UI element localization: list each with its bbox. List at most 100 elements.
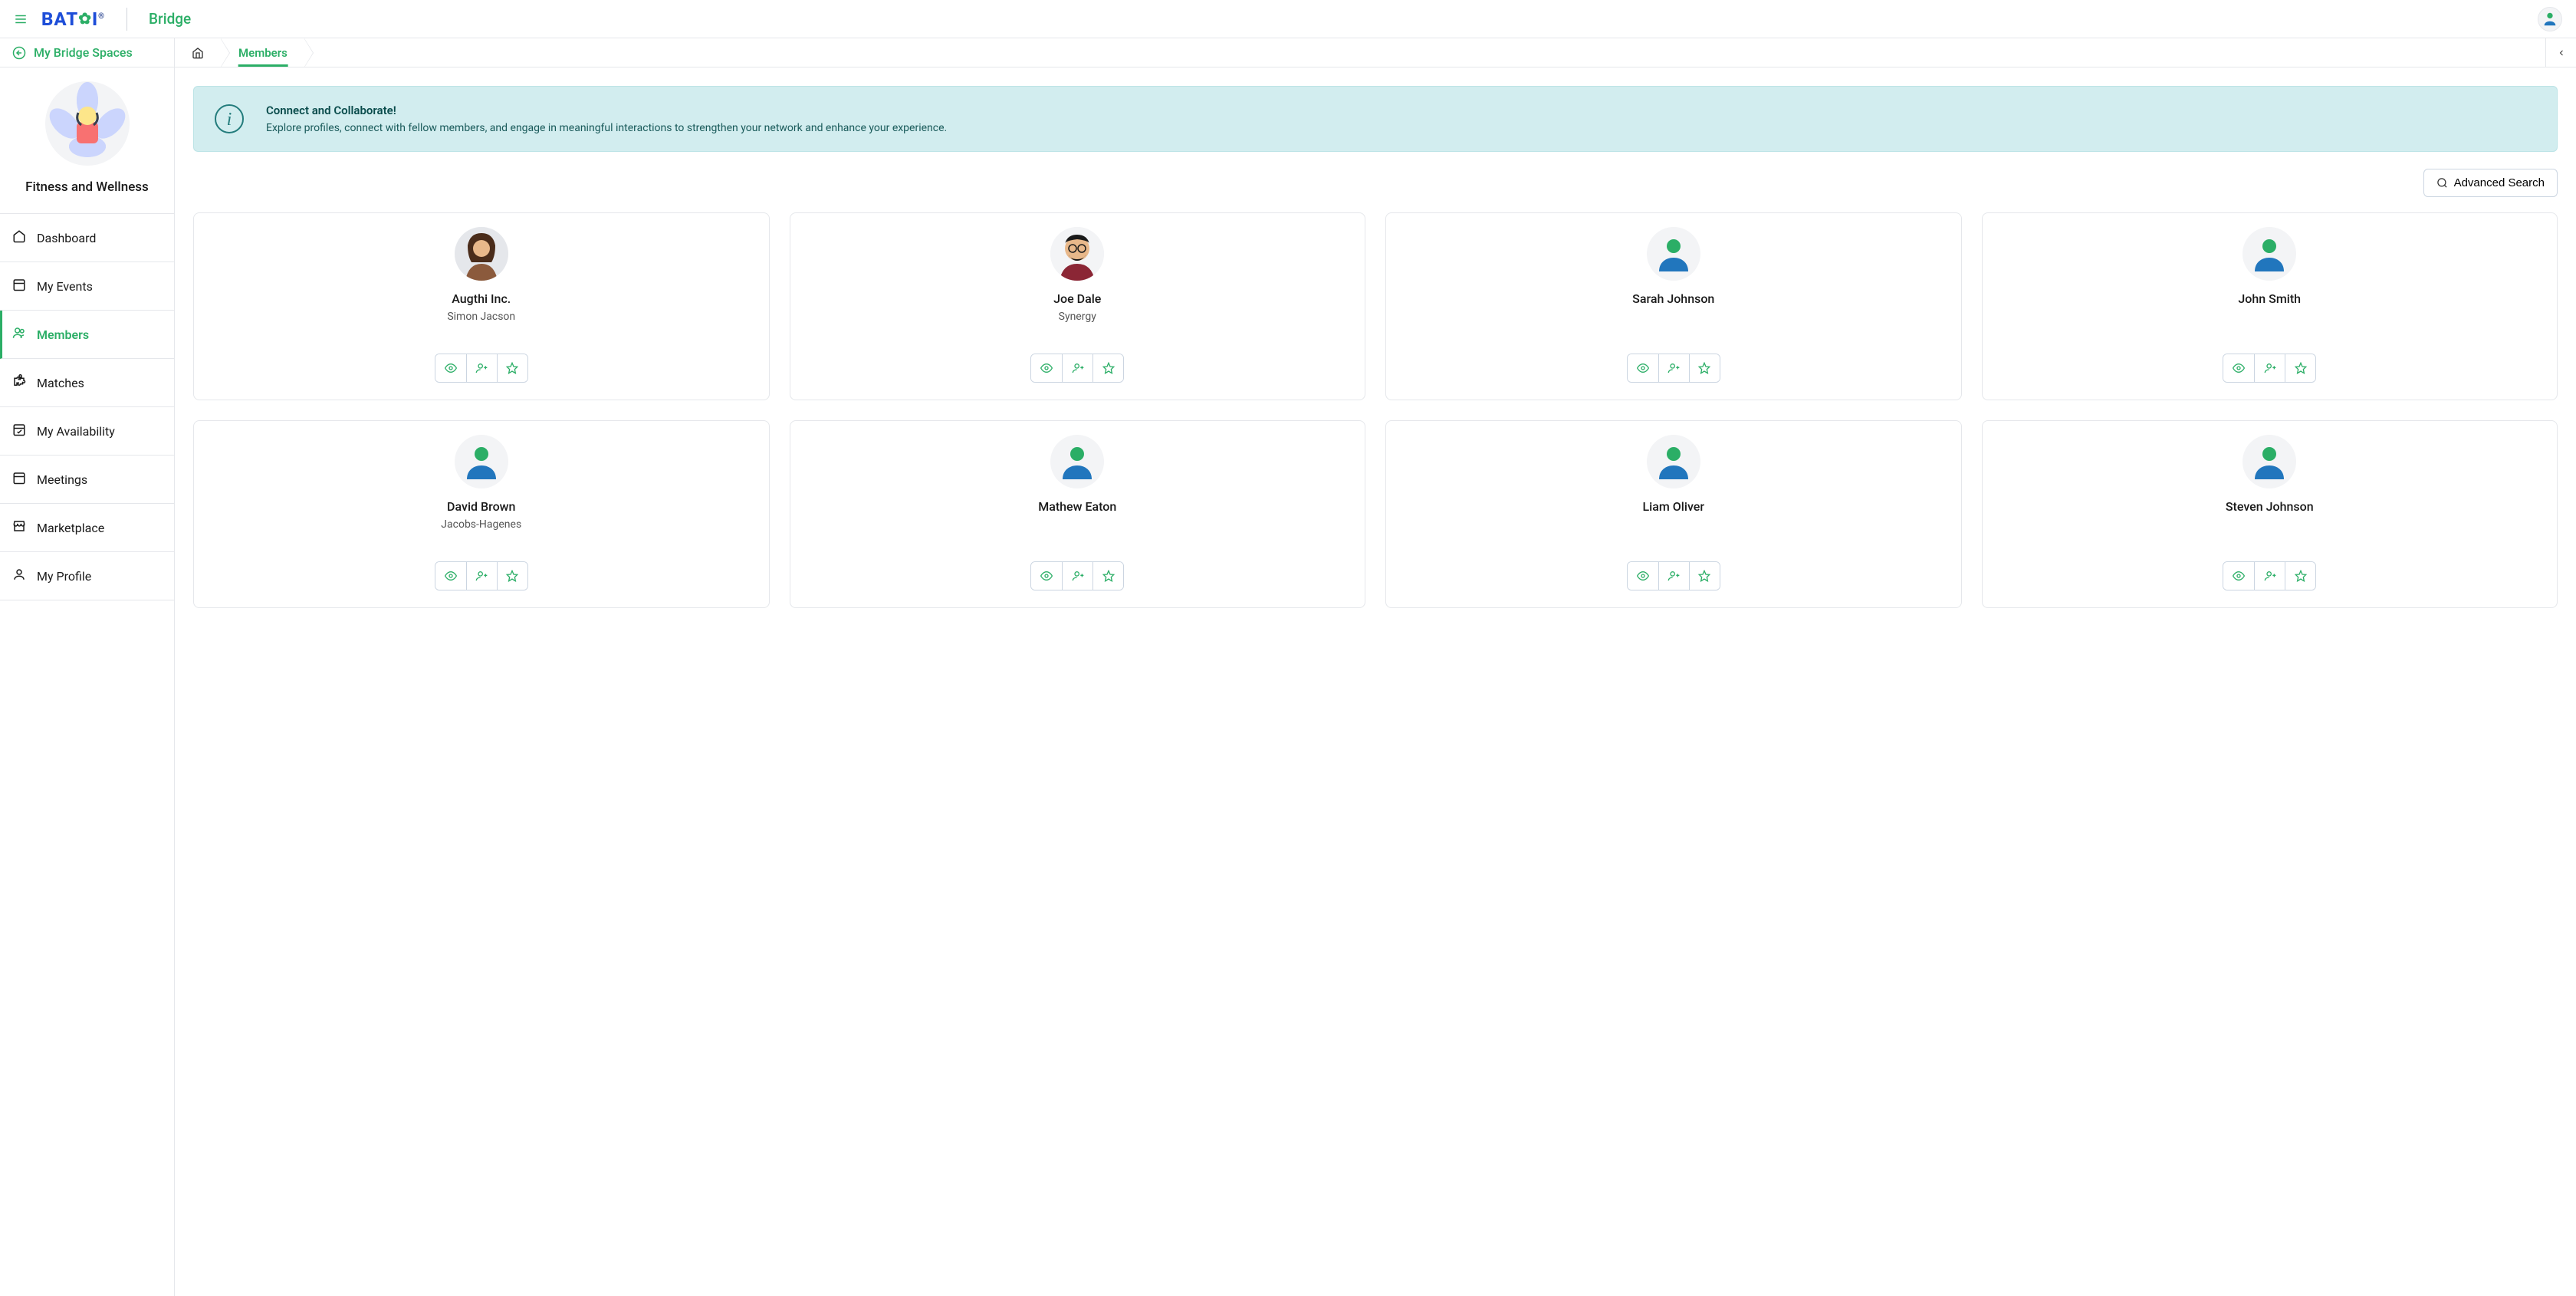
member-card: Mathew Eaton — [790, 420, 1366, 608]
member-name: John Smith — [2238, 291, 2301, 306]
favorite-member-button[interactable] — [1689, 562, 1720, 590]
favorite-member-button[interactable] — [1689, 354, 1720, 382]
collapse-panel-button[interactable] — [2545, 38, 2576, 67]
sidebar-item-label: Members — [37, 327, 89, 342]
svg-text:i: i — [227, 110, 232, 130]
eye-icon — [445, 570, 457, 582]
sidebar-item-label: Matches — [37, 376, 84, 390]
view-member-button[interactable] — [2223, 562, 2254, 590]
add-member-button[interactable] — [466, 562, 497, 590]
member-card: Sarah Johnson — [1385, 212, 1962, 400]
brand-name: BAT✿I® — [41, 8, 105, 30]
back-to-spaces-link[interactable]: My Bridge Spaces — [0, 38, 175, 67]
member-actions — [1627, 561, 1720, 590]
breadcrumb-members[interactable]: Members — [222, 38, 304, 67]
view-member-button[interactable] — [2223, 354, 2254, 382]
sidebar-item-my-profile[interactable]: My Profile — [0, 552, 174, 600]
eye-icon — [445, 362, 457, 374]
member-grid: Augthi Inc.Simon JacsonJoe DaleSynergySa… — [193, 212, 2558, 608]
sidebar-item-meetings[interactable]: Meetings — [0, 456, 174, 504]
favorite-member-button[interactable] — [497, 354, 527, 382]
sidebar-item-matches[interactable]: Matches — [0, 359, 174, 407]
member-avatar — [1647, 435, 1700, 488]
user-avatar-button[interactable] — [2538, 7, 2562, 31]
home-icon — [12, 229, 26, 246]
hamburger-icon — [14, 12, 28, 26]
favorite-member-button[interactable] — [2285, 562, 2315, 590]
view-member-button[interactable] — [1628, 562, 1658, 590]
view-member-button[interactable] — [435, 562, 466, 590]
home-icon — [192, 47, 204, 59]
member-actions — [435, 561, 528, 590]
view-member-button[interactable] — [1031, 562, 1062, 590]
member-name: Sarah Johnson — [1632, 291, 1714, 306]
member-card: Augthi Inc.Simon Jacson — [193, 212, 770, 400]
member-name: Augthi Inc. — [452, 291, 511, 306]
add-member-button[interactable] — [1062, 562, 1092, 590]
sidebar-item-marketplace[interactable]: Marketplace — [0, 504, 174, 552]
sidebar-nav: Dashboard My Events Members Matches My Avail… — [0, 214, 174, 600]
view-member-button[interactable] — [1031, 354, 1062, 382]
sidebar-item-my-availability[interactable]: My Availability — [0, 407, 174, 456]
space-avatar — [45, 81, 130, 166]
breadcrumb-home[interactable] — [175, 38, 221, 67]
banner-title: Connect and Collaborate! — [266, 104, 947, 117]
favorite-member-button[interactable] — [497, 562, 527, 590]
member-avatar — [455, 435, 508, 488]
brand-logo[interactable]: BAT✿I® — [41, 8, 105, 30]
app-name[interactable]: Bridge — [149, 10, 191, 28]
sidebar-item-label: Meetings — [37, 472, 87, 487]
add-member-button[interactable] — [2254, 354, 2285, 382]
eye-icon — [2233, 570, 2245, 582]
user-plus-icon — [2264, 570, 2276, 582]
star-icon — [1698, 570, 1710, 582]
eye-icon — [1637, 570, 1649, 582]
chevron-left-icon — [2557, 48, 2566, 58]
calendar-icon — [12, 471, 26, 488]
view-member-button[interactable] — [435, 354, 466, 382]
top-header: BAT✿I® Bridge — [0, 0, 2576, 38]
member-avatar — [1050, 227, 1104, 281]
member-card: David BrownJacobs-Hagenes — [193, 420, 770, 608]
member-name: Joe Dale — [1053, 291, 1101, 306]
eye-icon — [1040, 362, 1053, 374]
member-card: Liam Oliver — [1385, 420, 1962, 608]
favorite-member-button[interactable] — [1092, 354, 1123, 382]
member-avatar — [2242, 227, 2296, 281]
breadcrumb-bar: My Bridge Spaces Members — [0, 38, 2576, 67]
add-member-button[interactable] — [1658, 562, 1689, 590]
member-actions — [2223, 354, 2316, 383]
view-member-button[interactable] — [1628, 354, 1658, 382]
menu-toggle-button[interactable] — [14, 12, 28, 26]
favorite-member-button[interactable] — [1092, 562, 1123, 590]
star-icon — [1102, 362, 1115, 374]
add-member-button[interactable] — [1658, 354, 1689, 382]
sidebar-item-label: My Events — [37, 279, 93, 294]
add-member-button[interactable] — [2254, 562, 2285, 590]
sidebar-item-members[interactable]: Members — [0, 311, 174, 359]
advanced-search-button[interactable]: Advanced Search — [2423, 169, 2558, 197]
star-icon — [2295, 570, 2307, 582]
info-icon: i — [214, 104, 245, 134]
eye-icon — [1637, 362, 1649, 374]
favorite-member-button[interactable] — [2285, 354, 2315, 382]
member-avatar — [2242, 435, 2296, 488]
sidebar-item-dashboard[interactable]: Dashboard — [0, 214, 174, 262]
user-plus-icon — [1072, 570, 1084, 582]
active-underline — [238, 64, 288, 67]
sidebar: Fitness and Wellness DashboardMy EventsM… — [0, 67, 175, 1296]
calendar-icon — [12, 278, 26, 294]
star-icon — [506, 362, 518, 374]
user-icon — [2542, 11, 2558, 28]
user-plus-icon — [1072, 362, 1084, 374]
sidebar-item-my-events[interactable]: My Events — [0, 262, 174, 311]
star-icon — [506, 570, 518, 582]
eye-icon — [1040, 570, 1053, 582]
user-plus-icon — [2264, 362, 2276, 374]
add-member-button[interactable] — [466, 354, 497, 382]
banner-text: Explore profiles, connect with fellow me… — [266, 122, 947, 134]
sidebar-item-label: Marketplace — [37, 521, 104, 535]
member-card: Steven Johnson — [1982, 420, 2558, 608]
header-left: BAT✿I® Bridge — [14, 8, 191, 31]
add-member-button[interactable] — [1062, 354, 1092, 382]
